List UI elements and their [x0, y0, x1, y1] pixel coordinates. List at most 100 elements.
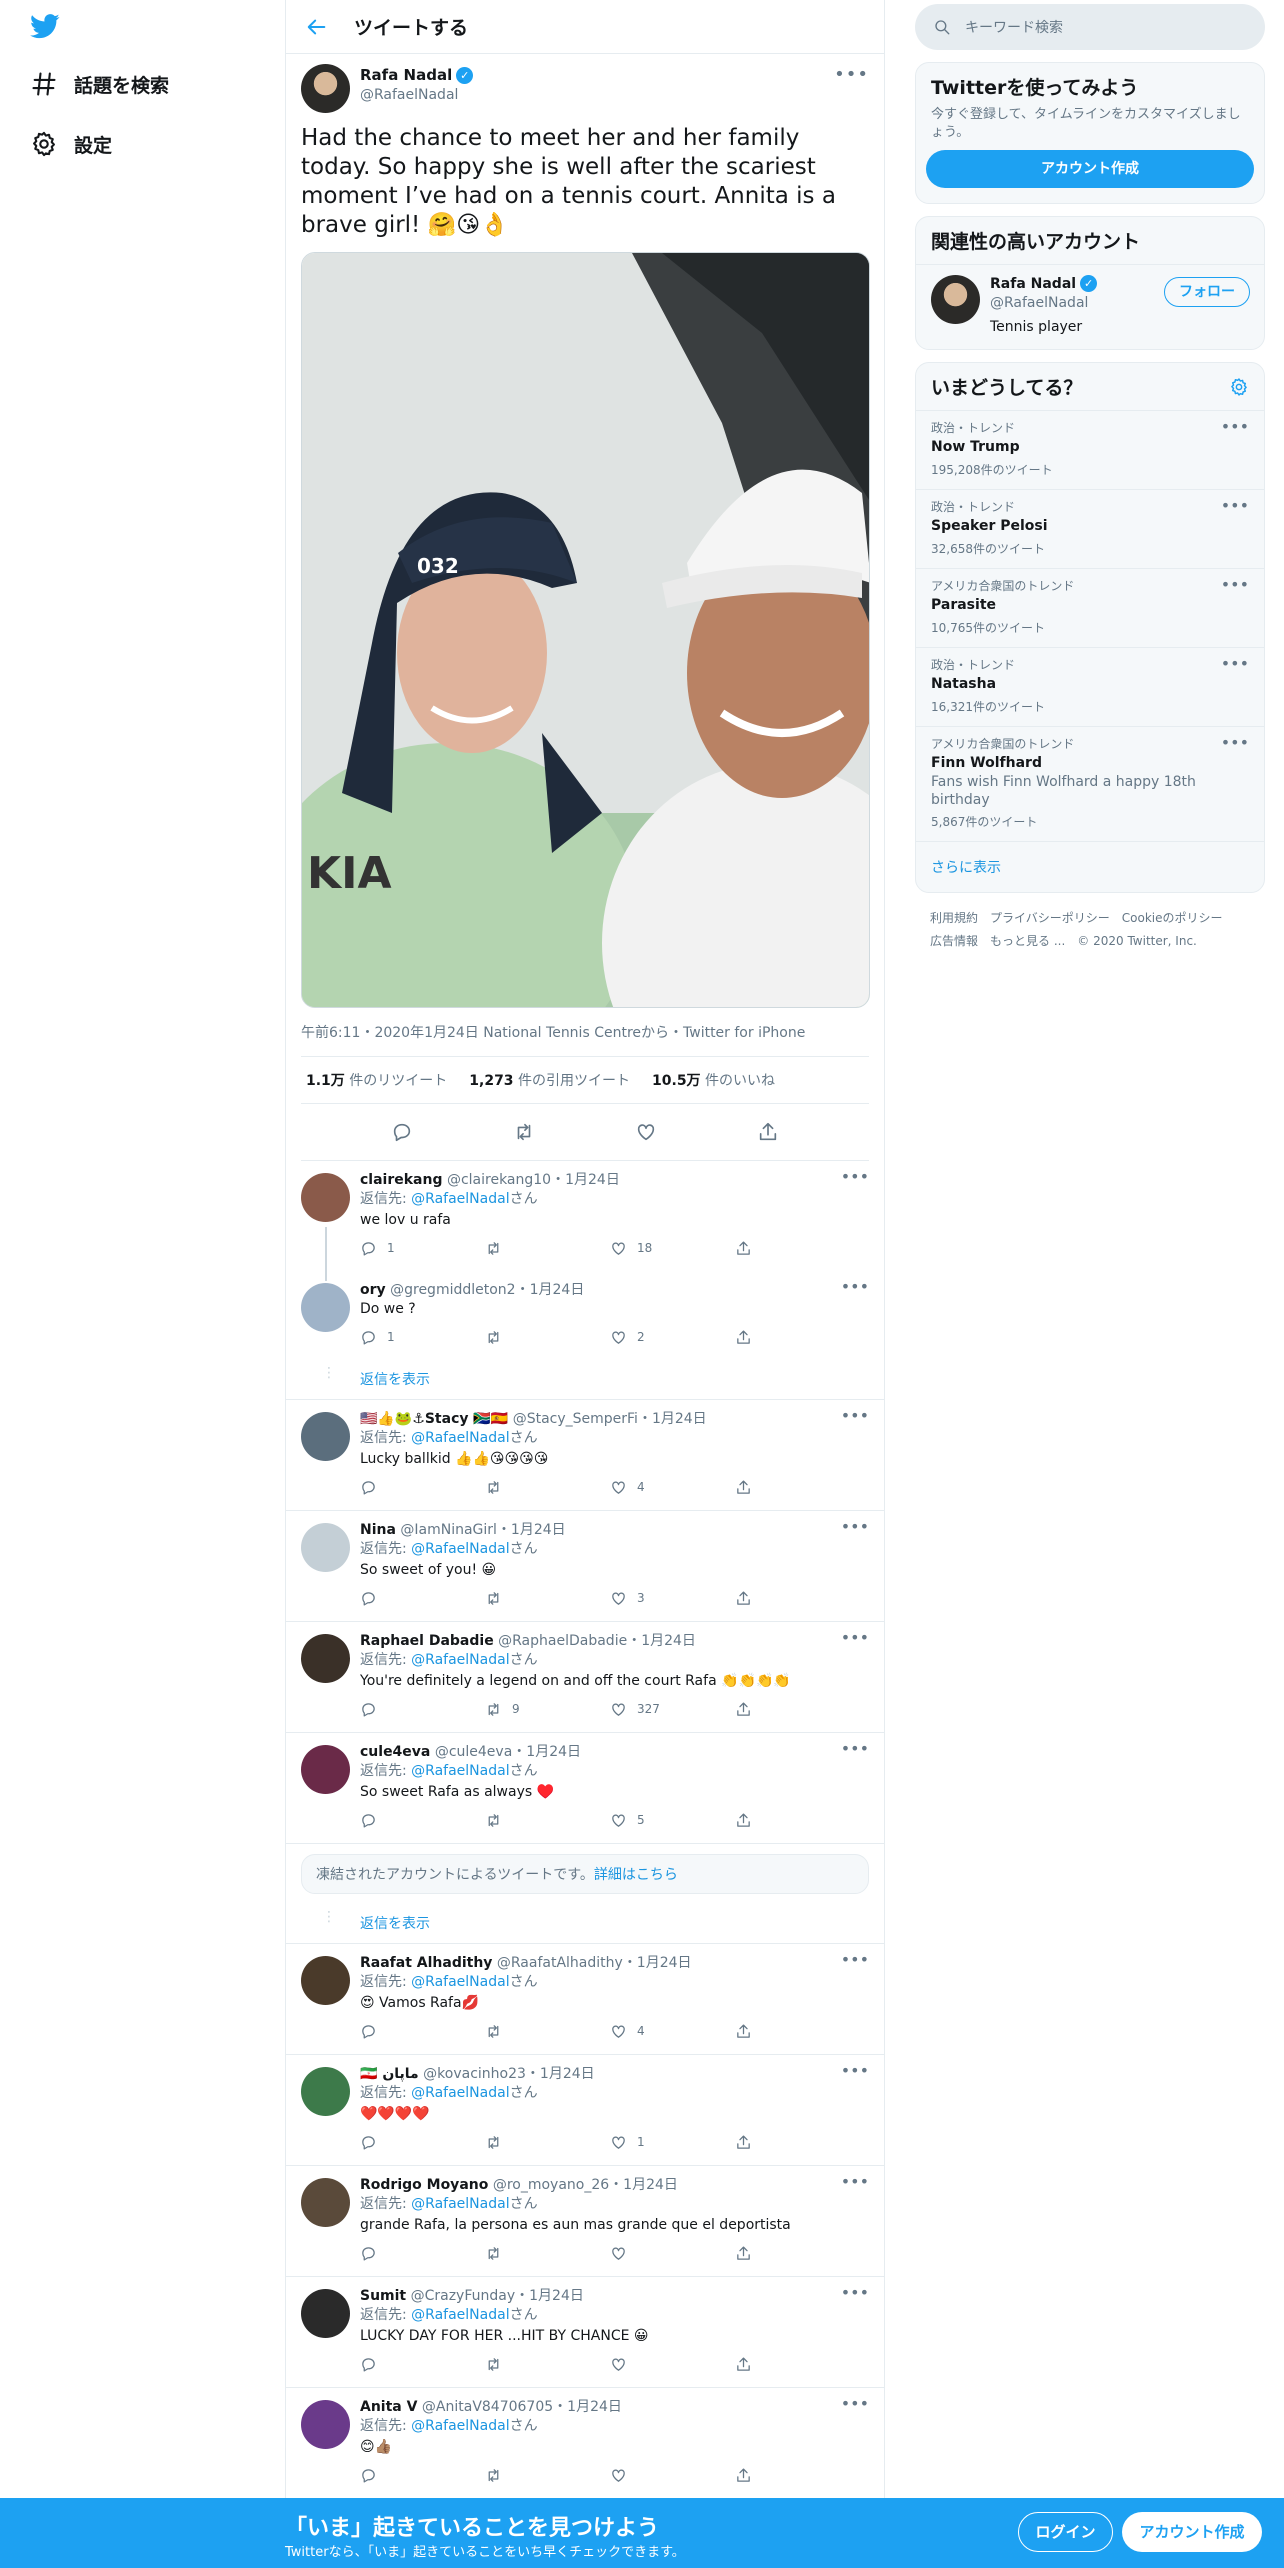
- reply-author-handle[interactable]: @AnitaV84706705: [422, 2399, 553, 2415]
- share-button[interactable]: [735, 1479, 860, 1496]
- retweet-button[interactable]: [485, 1590, 610, 1607]
- reply-author-handle[interactable]: @Stacy_SemperFi: [513, 1411, 638, 1427]
- avatar[interactable]: [301, 1634, 350, 1683]
- author-name[interactable]: Rafa Nadal: [360, 66, 452, 84]
- reply-button[interactable]: [360, 1479, 485, 1496]
- more-options-icon[interactable]: •••: [834, 64, 869, 85]
- share-button[interactable]: [735, 2467, 860, 2484]
- reply-author-name[interactable]: 🇺🇸👍🐸⚓Stacy 🇿🇦🇪🇸: [360, 1411, 508, 1427]
- more-options-icon[interactable]: •••: [841, 2061, 869, 2080]
- reply-author-handle[interactable]: @gregmiddleton2: [390, 1282, 515, 1298]
- reply-author-name[interactable]: ory: [360, 1282, 386, 1298]
- reply-tweet[interactable]: ••• 🇺🇸👍🐸⚓Stacy 🇿🇦🇪🇸 @Stacy_SemperFi・1月24日…: [286, 1400, 884, 1511]
- retweet-button[interactable]: [485, 2245, 610, 2262]
- share-button[interactable]: [735, 1240, 860, 1257]
- avatar[interactable]: [301, 1523, 350, 1572]
- retweet-button[interactable]: [485, 1812, 610, 1829]
- share-button[interactable]: [735, 1812, 860, 1829]
- more-options-icon[interactable]: •••: [1221, 654, 1249, 673]
- reply-author-name[interactable]: Rodrigo Moyano: [360, 2177, 488, 2193]
- retweet-button[interactable]: [485, 2023, 610, 2040]
- reply-author-name[interactable]: Anita V: [360, 2399, 417, 2415]
- reply-tweet[interactable]: ••• cule4eva @cule4eva・1月24日 返信先: @RafaelN…: [286, 1733, 884, 1844]
- reply-author-name[interactable]: cule4eva: [360, 1744, 430, 1760]
- login-button[interactable]: ログイン: [1018, 2512, 1113, 2552]
- trend-item[interactable]: ••• 政治・トレンド Now Trump 195,208件のツイート: [916, 411, 1264, 490]
- reply-tweet[interactable]: ••• ory @gregmiddleton2・1月24日 Do we ? 1 2: [286, 1271, 884, 1360]
- reply-date[interactable]: ・1月24日: [638, 1411, 707, 1427]
- more-options-icon[interactable]: •••: [841, 2283, 869, 2302]
- reply-author-name[interactable]: 🇮🇷 ماپان: [360, 2066, 419, 2082]
- share-button[interactable]: [735, 2356, 860, 2373]
- like-button[interactable]: 1: [610, 2134, 735, 2151]
- reply-author-handle[interactable]: @clairekang10: [447, 1172, 551, 1188]
- trend-item[interactable]: ••• 政治・トレンド Speaker Pelosi 32,658件のツイート: [916, 490, 1264, 569]
- follow-button[interactable]: フォロー: [1164, 277, 1250, 307]
- reply-button[interactable]: 1: [360, 1329, 485, 1346]
- learn-more-link[interactable]: 詳細はこちら: [594, 1867, 678, 1883]
- footer-privacy[interactable]: プライバシーポリシー: [990, 911, 1110, 925]
- reply-tweet[interactable]: ••• Raphael Dabadie @RaphaelDabadie・1月24日…: [286, 1622, 884, 1733]
- mention-link[interactable]: @RafaelNadal: [411, 1652, 509, 1668]
- mention-link[interactable]: @RafaelNadal: [411, 1191, 509, 1207]
- share-button[interactable]: [735, 2023, 860, 2040]
- avatar[interactable]: [301, 2178, 350, 2227]
- like-button[interactable]: [610, 2245, 735, 2262]
- show-more-link[interactable]: さらに表示: [916, 842, 1264, 892]
- quote-count[interactable]: 1,273 件の引用ツイート: [469, 1070, 630, 1090]
- like-button[interactable]: 3: [610, 1590, 735, 1607]
- reply-button[interactable]: [360, 1701, 485, 1718]
- more-options-icon[interactable]: •••: [841, 2172, 869, 2191]
- retweet-button[interactable]: [485, 2356, 610, 2373]
- trend-item[interactable]: ••• 政治・トレンド Natasha 16,321件のツイート: [916, 648, 1264, 727]
- mention-link[interactable]: @RafaelNadal: [411, 1763, 509, 1779]
- reply-date[interactable]: ・1月24日: [516, 1282, 585, 1298]
- show-replies-link[interactable]: ⋮ 返信を表示: [286, 1904, 884, 1944]
- reply-tweet[interactable]: ••• Anita V @AnitaV84706705・1月24日 返信先: @Ra…: [286, 2388, 884, 2499]
- avatar[interactable]: [301, 1173, 350, 1222]
- avatar[interactable]: [301, 2067, 350, 2116]
- reply-icon[interactable]: [391, 1121, 413, 1143]
- avatar[interactable]: [301, 2400, 350, 2449]
- reply-author-name[interactable]: Raafat Alhadithy: [360, 1955, 492, 1971]
- reply-date[interactable]: ・1月24日: [551, 1172, 620, 1188]
- reply-tweet[interactable]: ••• clairekang @clairekang10・1月24日 返信先: @R…: [286, 1161, 884, 1275]
- reply-button[interactable]: [360, 1812, 485, 1829]
- share-button[interactable]: [735, 1701, 860, 1718]
- more-options-icon[interactable]: •••: [1221, 496, 1249, 515]
- more-options-icon[interactable]: •••: [841, 1950, 869, 1969]
- reply-author-name[interactable]: clairekang: [360, 1172, 443, 1188]
- more-options-icon[interactable]: •••: [841, 1517, 869, 1536]
- like-button[interactable]: 2: [610, 1329, 735, 1346]
- retweet-button[interactable]: 9: [485, 1701, 610, 1718]
- reply-date[interactable]: ・1月24日: [553, 2399, 622, 2415]
- mention-link[interactable]: @RafaelNadal: [411, 2196, 509, 2212]
- like-button[interactable]: [610, 2356, 735, 2373]
- retweet-button[interactable]: [485, 2134, 610, 2151]
- footer-more[interactable]: もっと見る ...: [990, 934, 1065, 948]
- like-count[interactable]: 10.5万 件のいいね: [652, 1070, 775, 1090]
- more-options-icon[interactable]: •••: [841, 2394, 869, 2413]
- reply-author-handle[interactable]: @cule4eva: [435, 1744, 512, 1760]
- share-button[interactable]: [735, 1329, 860, 1346]
- like-button[interactable]: [610, 2467, 735, 2484]
- avatar[interactable]: [301, 2289, 350, 2338]
- mention-link[interactable]: @RafaelNadal: [411, 2307, 509, 2323]
- footer-ads[interactable]: 広告情報: [930, 934, 978, 948]
- reply-tweet[interactable]: ••• Nina @IamNinaGirl・1月24日 返信先: @RafaelNa…: [286, 1511, 884, 1622]
- twitter-logo-icon[interactable]: [30, 13, 60, 40]
- mention-link[interactable]: @RafaelNadal: [411, 2418, 509, 2434]
- reply-author-handle[interactable]: @ro_moyano_26: [493, 2177, 609, 2193]
- reply-date[interactable]: ・1月24日: [497, 1522, 566, 1538]
- search-box[interactable]: キーワード検索: [915, 4, 1265, 50]
- retweet-button[interactable]: [485, 1240, 610, 1257]
- reply-author-name[interactable]: Sumit: [360, 2288, 406, 2304]
- reply-date[interactable]: ・1月24日: [526, 2066, 595, 2082]
- reply-button[interactable]: [360, 2356, 485, 2373]
- tweet-photo[interactable]: KIA 032: [301, 252, 870, 1008]
- reply-author-handle[interactable]: @RaafatAlhadithy: [497, 1955, 623, 1971]
- avatar[interactable]: [301, 1956, 350, 2005]
- reply-author-handle[interactable]: @RaphaelDabadie: [498, 1633, 627, 1649]
- reply-author-name[interactable]: Nina: [360, 1522, 396, 1538]
- avatar[interactable]: [931, 275, 980, 324]
